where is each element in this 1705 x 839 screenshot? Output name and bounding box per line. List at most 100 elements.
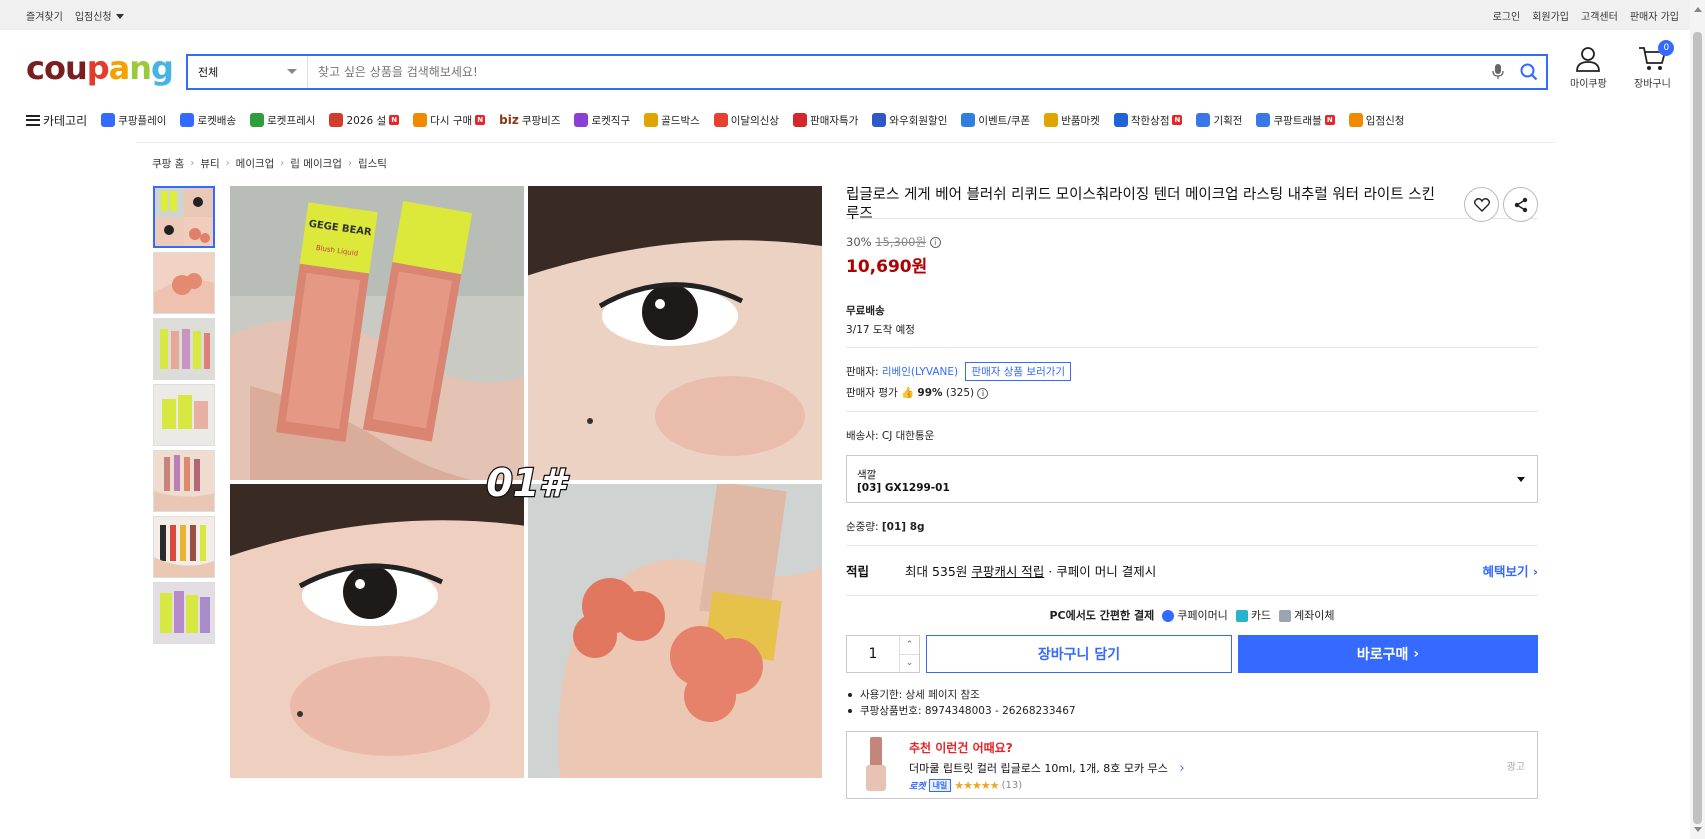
scroll-down-icon[interactable] [1694, 827, 1702, 832]
seller-name-link[interactable]: 리베인(LYVANE) [882, 366, 958, 378]
share-button[interactable] [1503, 187, 1538, 222]
bookmark-link[interactable]: 즐겨찾기 [26, 8, 63, 23]
nav-item[interactable]: 기획전 [1196, 113, 1242, 128]
nav-item-label: 와우회원할인 [889, 114, 948, 127]
payment-method: 쿠페이머니 [1162, 607, 1228, 623]
option-select[interactable]: 색깔 [03] GX1299-01 [846, 455, 1538, 503]
reward-cash-link[interactable]: 쿠팡캐시 적립 [971, 561, 1044, 580]
nav-item[interactable]: 로켓배송 [180, 113, 236, 128]
payment-method-label: 카드 [1250, 609, 1272, 622]
nav-item[interactable]: 로켓직구 [574, 113, 630, 128]
nav-item[interactable]: biz 쿠팡비즈 [499, 113, 560, 128]
chevron-down-icon [1517, 477, 1525, 482]
category-menu-button[interactable]: 카테고리 [26, 112, 87, 129]
reward-condition: · 쿠페이 머니 결제시 [1048, 564, 1157, 579]
search-category-select[interactable]: 전체 [188, 56, 308, 88]
nav-item[interactable]: 골드박스 [644, 113, 700, 128]
recommendation-ad[interactable]: 추천 이런건 어때요? 더마쿨 립트릿 컬러 립글로스 10ml, 1개, 8호… [846, 731, 1538, 799]
nav-item[interactable]: 이벤트/쿠폰 [961, 113, 1030, 128]
breadcrumb-link[interactable]: 립스틱 [358, 156, 387, 171]
nav-item[interactable]: 착한상점 N [1113, 113, 1183, 128]
category-nav: 카테고리 쿠팡플레이 로켓배송 로켓프레시 2026 설 N 다시 구매 N biz 쿠팡비즈 로… [26, 110, 1404, 130]
nav-item-label: 쿠팡비즈 [521, 114, 561, 127]
coupang-logo[interactable]: coupang [26, 52, 174, 84]
quantity-stepper[interactable]: 1 ⌃ ⌄ [846, 635, 920, 673]
search-bar: 전체 [186, 54, 1548, 90]
customer-center-link[interactable]: 고객센터 [1581, 8, 1618, 23]
ad-review-count: (13) [1001, 779, 1023, 791]
nav-item[interactable]: 쿠팡플레이 [101, 113, 166, 128]
thumbnail-5[interactable] [153, 450, 215, 512]
nav-item[interactable]: 반품마켓 [1044, 113, 1100, 128]
nav-item-icon [1113, 113, 1128, 127]
nav-item[interactable]: 와우회원할인 [872, 113, 947, 128]
breadcrumb-link[interactable]: 뷰티 [200, 156, 219, 171]
nav-item[interactable]: 2026 설N [329, 113, 400, 128]
nav-item[interactable]: 다시 구매 N [413, 113, 486, 128]
nav-item-label: 이달의신상 [730, 114, 780, 127]
quantity-down-icon[interactable]: ⌄ [900, 655, 919, 673]
thumbnail-7[interactable] [153, 582, 215, 644]
net-weight-line: 순중량: [01] 8g [846, 519, 1538, 534]
seller-products-button[interactable]: 판매자 상품 보러가기 [965, 362, 1072, 381]
payment-method: 계좌이체 [1279, 607, 1335, 623]
net-weight-value: [01] 8g [881, 521, 925, 533]
breadcrumb-link[interactable]: 쿠팡 홈 [152, 156, 184, 171]
nav-item[interactable]: 이달의신상 [713, 113, 780, 128]
nav-item[interactable]: 판매자특가 [793, 113, 858, 128]
ad-product-name[interactable]: 더마쿨 립트릿 컬러 립글로스 10ml, 1개, 8호 모카 무스 › [909, 760, 1185, 776]
mypage-button[interactable]: 마이쿠팡 [1570, 46, 1607, 90]
new-badge: N [475, 115, 486, 125]
ad-product-image [866, 737, 886, 791]
chevron-right-icon[interactable]: › [1179, 761, 1184, 776]
login-link[interactable]: 로그인 [1493, 8, 1521, 23]
search-category-value: 전체 [198, 66, 219, 79]
courier-label: 배송사: [846, 430, 879, 442]
breadcrumb-link[interactable]: 립 메이크업 [290, 156, 342, 171]
scrollbar-thumb[interactable] [1693, 32, 1702, 824]
microphone-icon[interactable] [1484, 56, 1512, 88]
thumbnail-2[interactable] [153, 252, 215, 314]
breadcrumb-link[interactable]: 메이크업 [236, 156, 275, 171]
page-scrollbar[interactable] [1690, 0, 1705, 839]
signup-link[interactable]: 회원가입 [1532, 8, 1569, 23]
add-to-cart-button[interactable]: 장바구니 담기 [926, 635, 1232, 673]
info-icon[interactable]: i [977, 387, 989, 399]
main-product-image[interactable]: GEGE BEAR Blush Liquid 01# [230, 186, 822, 778]
seller-signup-link[interactable]: 판매자 가입 [1630, 8, 1679, 23]
nav-item-icon [961, 113, 976, 127]
buy-now-label: 바로구매 [1356, 647, 1409, 663]
nav-item[interactable]: 로켓프레시 [250, 113, 315, 128]
thumbnail-3[interactable] [153, 318, 215, 380]
payment-method-label: 쿠페이머니 [1177, 609, 1228, 622]
seller-apply-menu[interactable]: 입점신청 [75, 8, 124, 23]
nav-item[interactable]: 입점신청 [1348, 113, 1404, 128]
cart-label: 장바구니 [1634, 79, 1671, 90]
thumbnail-1[interactable] [153, 186, 215, 248]
nav-item-icon [329, 113, 344, 127]
quantity-value[interactable]: 1 [847, 636, 899, 672]
seller-label: 판매자: [846, 366, 879, 378]
thumbnail-4[interactable] [153, 384, 215, 446]
payment-method-icon [1162, 610, 1175, 622]
nav-item-icon [713, 113, 728, 127]
buy-now-button[interactable]: 바로구매 › [1238, 635, 1538, 673]
benefit-more-link[interactable]: 혜택보기 › [1482, 561, 1538, 580]
nav-item-icon [574, 113, 589, 127]
purchase-row: 1 ⌃ ⌄ 장바구니 담기 바로구매 › [846, 635, 1538, 673]
rocket-badge: 로켓 [909, 781, 926, 792]
thumbnail-6[interactable] [153, 516, 215, 578]
favorite-button[interactable] [1464, 187, 1499, 222]
nav-item[interactable]: 쿠팡트래블 N [1256, 113, 1335, 128]
info-icon[interactable]: i [929, 237, 941, 248]
search-input[interactable] [308, 56, 1484, 88]
nav-item-label: 쿠팡트래블 [1273, 114, 1322, 127]
scroll-up-icon[interactable] [1694, 7, 1702, 12]
cart-button[interactable]: 0 장바구니 [1634, 40, 1675, 90]
search-icon[interactable] [1512, 56, 1546, 88]
ad-title: 추천 이런건 어때요? [909, 739, 1185, 756]
courier-line: 배송사: CJ 대한통운 [846, 428, 1538, 443]
category-menu-label: 카테고리 [43, 113, 88, 128]
payment-method-icon [1235, 610, 1248, 622]
quantity-up-icon[interactable]: ⌃ [900, 636, 919, 655]
